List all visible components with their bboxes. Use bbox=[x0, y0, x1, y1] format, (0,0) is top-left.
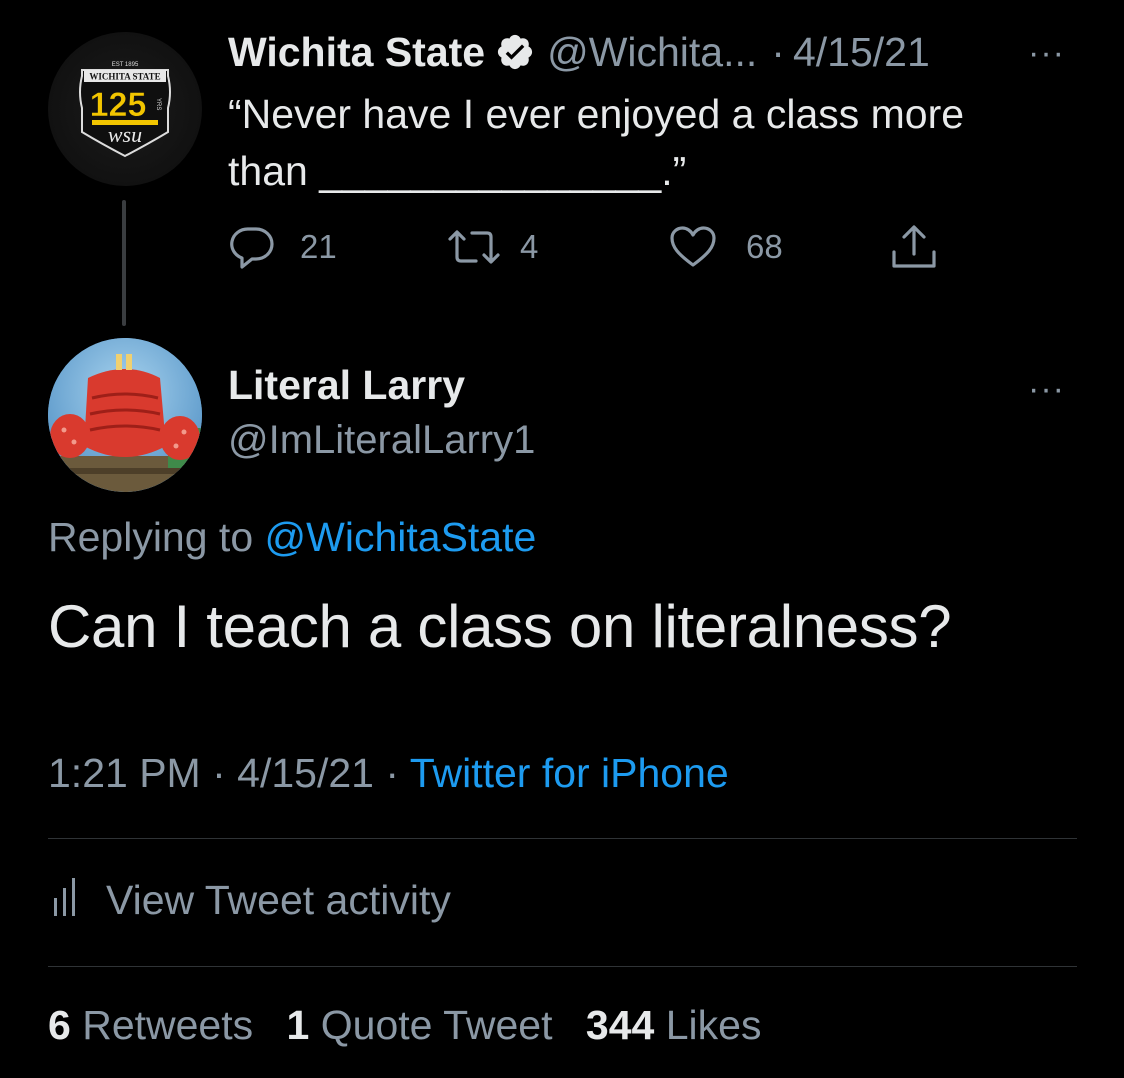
heart-icon bbox=[668, 223, 718, 271]
logo-number-text: 125 bbox=[90, 86, 147, 124]
reply-author-name[interactable]: Literal Larry bbox=[228, 362, 465, 409]
divider bbox=[48, 838, 1077, 839]
divider bbox=[48, 966, 1077, 967]
retweets-count: 6 bbox=[48, 1002, 71, 1048]
reply-count: 21 bbox=[300, 228, 337, 265]
larry-the-lobster-avatar bbox=[48, 338, 202, 492]
tweet-stats: 6 Retweets 1 Quote Tweet 344 Likes bbox=[48, 1002, 783, 1049]
parent-tweet-date[interactable]: 4/15/21 bbox=[793, 29, 930, 76]
parent-author-name[interactable]: Wichita State bbox=[228, 29, 485, 76]
quote-tweets-stat[interactable]: 1 Quote Tweet bbox=[287, 1002, 553, 1048]
reply-tweet-text: Can I teach a class on literalness? bbox=[48, 593, 952, 660]
activity-label: View Tweet activity bbox=[106, 876, 451, 923]
likes-count: 344 bbox=[585, 1002, 655, 1048]
reply-author-handle[interactable]: @ImLiteralLarry1 bbox=[228, 418, 535, 463]
view-tweet-activity-button[interactable]: View Tweet activity bbox=[48, 872, 451, 928]
reply-more-icon[interactable]: ··· bbox=[1028, 370, 1065, 409]
verified-badge-icon bbox=[495, 32, 535, 72]
parent-tweet-text-line1: “Never have I ever enjoyed a class more bbox=[228, 91, 965, 137]
share-icon bbox=[888, 222, 940, 272]
tweet-time[interactable]: 1:21 PM bbox=[48, 750, 201, 796]
tweet-date[interactable]: 4/15/21 bbox=[237, 750, 374, 796]
like-action[interactable]: 68 bbox=[668, 222, 783, 272]
meta-separator: · bbox=[385, 750, 400, 796]
literal-larry-avatar[interactable] bbox=[48, 338, 202, 492]
replying-to: Replying to @WichitaState bbox=[48, 514, 536, 561]
quotes-count: 1 bbox=[286, 1002, 310, 1048]
likes-stat[interactable]: 344 Likes bbox=[586, 1002, 762, 1048]
retweets-stat[interactable]: 6 Retweets bbox=[48, 1002, 253, 1048]
analytics-bars-icon bbox=[48, 872, 86, 928]
replying-prefix: Replying to bbox=[48, 514, 254, 560]
header-separator: · bbox=[771, 28, 785, 75]
wichita-state-125-logo: EST 1895 WICHITA STATE 125 YRS wsu bbox=[79, 62, 171, 158]
parent-tweet-text: “Never have I ever enjoyed a class more … bbox=[228, 86, 1078, 200]
replying-handle-link[interactable]: @WichitaState bbox=[265, 514, 537, 560]
thread-connector-line bbox=[122, 200, 126, 326]
parent-tweet-header: Wichita State @Wichita... · 4/15/21 bbox=[228, 26, 930, 78]
retweet-count: 4 bbox=[520, 228, 539, 265]
retweets-label: Retweets bbox=[82, 1002, 254, 1048]
quotes-label: Quote Tweet bbox=[320, 1002, 553, 1048]
parent-author-handle[interactable]: @Wichita... bbox=[547, 29, 757, 76]
wichita-state-avatar[interactable]: EST 1895 WICHITA STATE 125 YRS wsu bbox=[48, 32, 202, 186]
share-action[interactable] bbox=[888, 222, 940, 272]
tweet-meta: 1:21 PM · 4/15/21 · Twitter for iPhone bbox=[48, 750, 729, 797]
logo-years-text: YRS bbox=[155, 98, 161, 110]
parent-tweet-text-line2: than _______________.” bbox=[228, 148, 687, 194]
logo-wsu-text: wsu bbox=[108, 122, 142, 147]
likes-label: Likes bbox=[665, 1002, 762, 1048]
retweet-action[interactable]: 4 bbox=[446, 222, 538, 272]
retweet-icon bbox=[446, 223, 502, 271]
like-count: 68 bbox=[746, 228, 783, 265]
tweet-source-link[interactable]: Twitter for iPhone bbox=[410, 750, 729, 796]
parent-more-icon[interactable]: ··· bbox=[1028, 34, 1065, 73]
reply-action[interactable]: 21 bbox=[228, 222, 337, 272]
reply-icon bbox=[228, 223, 276, 271]
meta-separator: · bbox=[212, 750, 226, 796]
logo-est-text: EST 1895 bbox=[112, 62, 139, 68]
logo-school-text: WICHITA STATE bbox=[89, 72, 160, 82]
